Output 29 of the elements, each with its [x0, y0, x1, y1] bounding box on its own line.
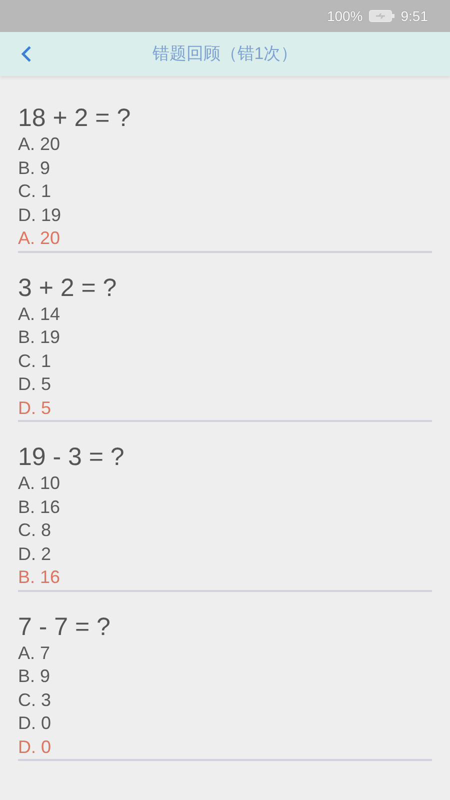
battery-percent: 100%: [326, 6, 363, 26]
answer-option: B. 16: [18, 496, 432, 519]
back-icon: [20, 45, 32, 63]
question-text: 7 - 7 = ?: [18, 612, 112, 642]
question-text: 18 + 2 = ?: [18, 103, 132, 133]
answer-option: D. 19: [18, 204, 432, 227]
answer-option: A. 10: [18, 472, 432, 496]
correct-answer: B. 16: [18, 566, 62, 589]
correct-answer: A. 20: [18, 227, 62, 250]
answer-option: B. 19: [18, 326, 432, 350]
question-text: 3 + 2 = ?: [18, 272, 118, 302]
page-title: 错题回顾（错1次）: [152, 43, 298, 66]
answer-option: B. 9: [18, 665, 432, 688]
answer-option: A. 14: [18, 302, 432, 326]
correct-answer: D. 5: [18, 396, 52, 420]
battery-icon: [368, 10, 395, 22]
clock-time: 9:51: [400, 6, 428, 26]
answer-option: B. 9: [18, 156, 432, 180]
answer-option: C. 8: [18, 519, 432, 542]
answer-option: D. 2: [18, 542, 432, 566]
answer-option: D. 0: [18, 712, 432, 736]
correct-answer: D. 0: [18, 736, 52, 758]
answer-option: C. 1: [18, 350, 432, 373]
answer-option: A. 7: [18, 642, 432, 665]
answer-option: C. 3: [18, 688, 432, 712]
answer-option: D. 5: [18, 373, 432, 396]
answer-option: A. 20: [18, 133, 432, 156]
question-text: 19 - 3 = ?: [18, 442, 126, 472]
answer-option: C. 1: [18, 180, 432, 204]
